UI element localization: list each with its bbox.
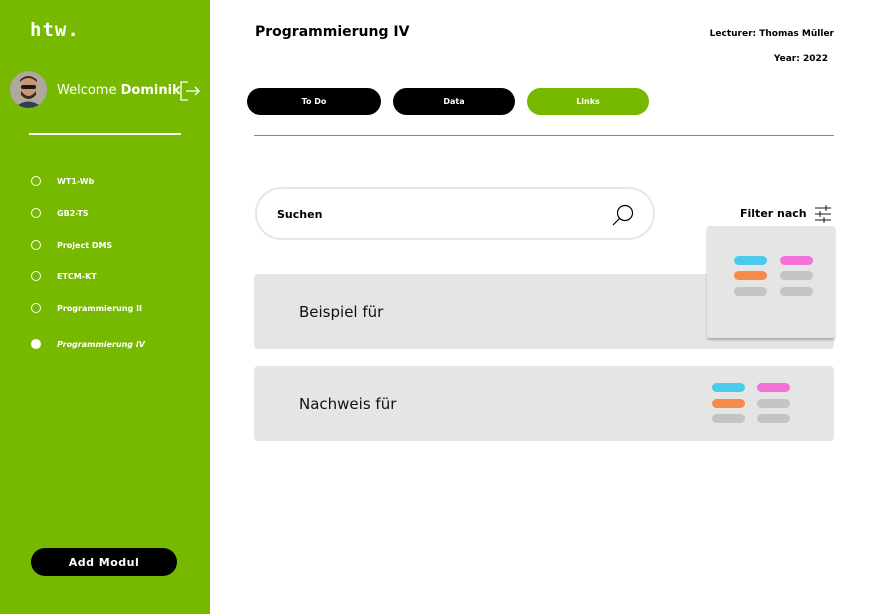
sidebar-item-programmierung-ii[interactable]: Programmierung II [31,300,142,316]
add-modul-button[interactable]: Add Modul [31,548,177,576]
tag-blue[interactable] [734,256,767,265]
sliders-icon[interactable] [813,203,833,225]
tag-group [734,256,814,296]
sidebar-item-etcm-kt[interactable]: ETCM-KT [31,268,97,284]
sidebar-item-gb2-ts[interactable]: GB2-TS [31,205,89,221]
sidebar-item-label: ETCM-KT [57,271,97,281]
welcome-text: Welcome Dominik [57,83,181,98]
avatar[interactable] [10,71,47,108]
radio-icon [31,176,41,186]
radio-icon [31,271,41,281]
list-item[interactable]: Nachweis für [254,366,834,441]
sidebar: htw. Welcome Dominik WT1-Wb GB2-TS Proje… [0,0,210,614]
sidebar-item-label: Programmierung IV [57,339,145,349]
tag-gray[interactable] [734,287,767,296]
radio-icon [31,303,41,313]
sidebar-item-label: GB2-TS [57,208,89,218]
sidebar-item-label: Project DMS [57,240,113,250]
page-title: Programmierung IV [255,24,410,40]
sidebar-item-project-dms[interactable]: Project DMS [31,237,112,253]
welcome-prefix: Welcome [57,83,117,98]
tab-data[interactable]: Data [393,88,515,115]
search-icon[interactable] [611,203,635,227]
sidebar-divider [29,133,181,135]
list-item-label: Beispiel für [299,303,384,321]
filter-popup[interactable] [707,226,835,338]
radio-icon [31,240,41,250]
htw-logo: htw. [30,19,80,41]
radio-icon [31,208,41,218]
tag-orange [712,399,745,408]
tab-todo[interactable]: To Do [247,88,381,115]
sidebar-item-programmierung-iv[interactable]: Programmierung IV [31,336,145,352]
sidebar-item-label: Programmierung II [57,303,143,313]
avatar-image [10,71,47,108]
tag-pink [757,383,790,392]
tag-group [712,383,792,423]
year-label: Year: 2022 [773,54,828,64]
search-placeholder: Suchen [277,208,323,221]
logout-icon[interactable] [180,81,201,101]
tag-pink[interactable] [780,256,813,265]
tab-links[interactable]: Links [527,88,649,115]
sidebar-item-wt1-wb[interactable]: WT1-Wb [31,173,94,189]
tag-gray [712,414,745,423]
lecturer-label: Lecturer: Thomas Müller [709,29,834,39]
tag-gray[interactable] [780,271,813,280]
tag-gray [757,414,790,423]
header-divider [254,135,834,136]
tag-gray[interactable] [780,287,813,296]
filter-label[interactable]: Filter nach [740,207,807,220]
search-input[interactable]: Suchen [255,187,655,240]
list-item-label: Nachweis für [299,395,397,413]
user-name: Dominik [120,83,181,98]
sidebar-item-label: WT1-Wb [57,176,95,186]
radio-selected-icon [31,339,41,349]
tag-orange[interactable] [734,271,767,280]
tag-gray [757,399,790,408]
tag-blue [712,383,745,392]
